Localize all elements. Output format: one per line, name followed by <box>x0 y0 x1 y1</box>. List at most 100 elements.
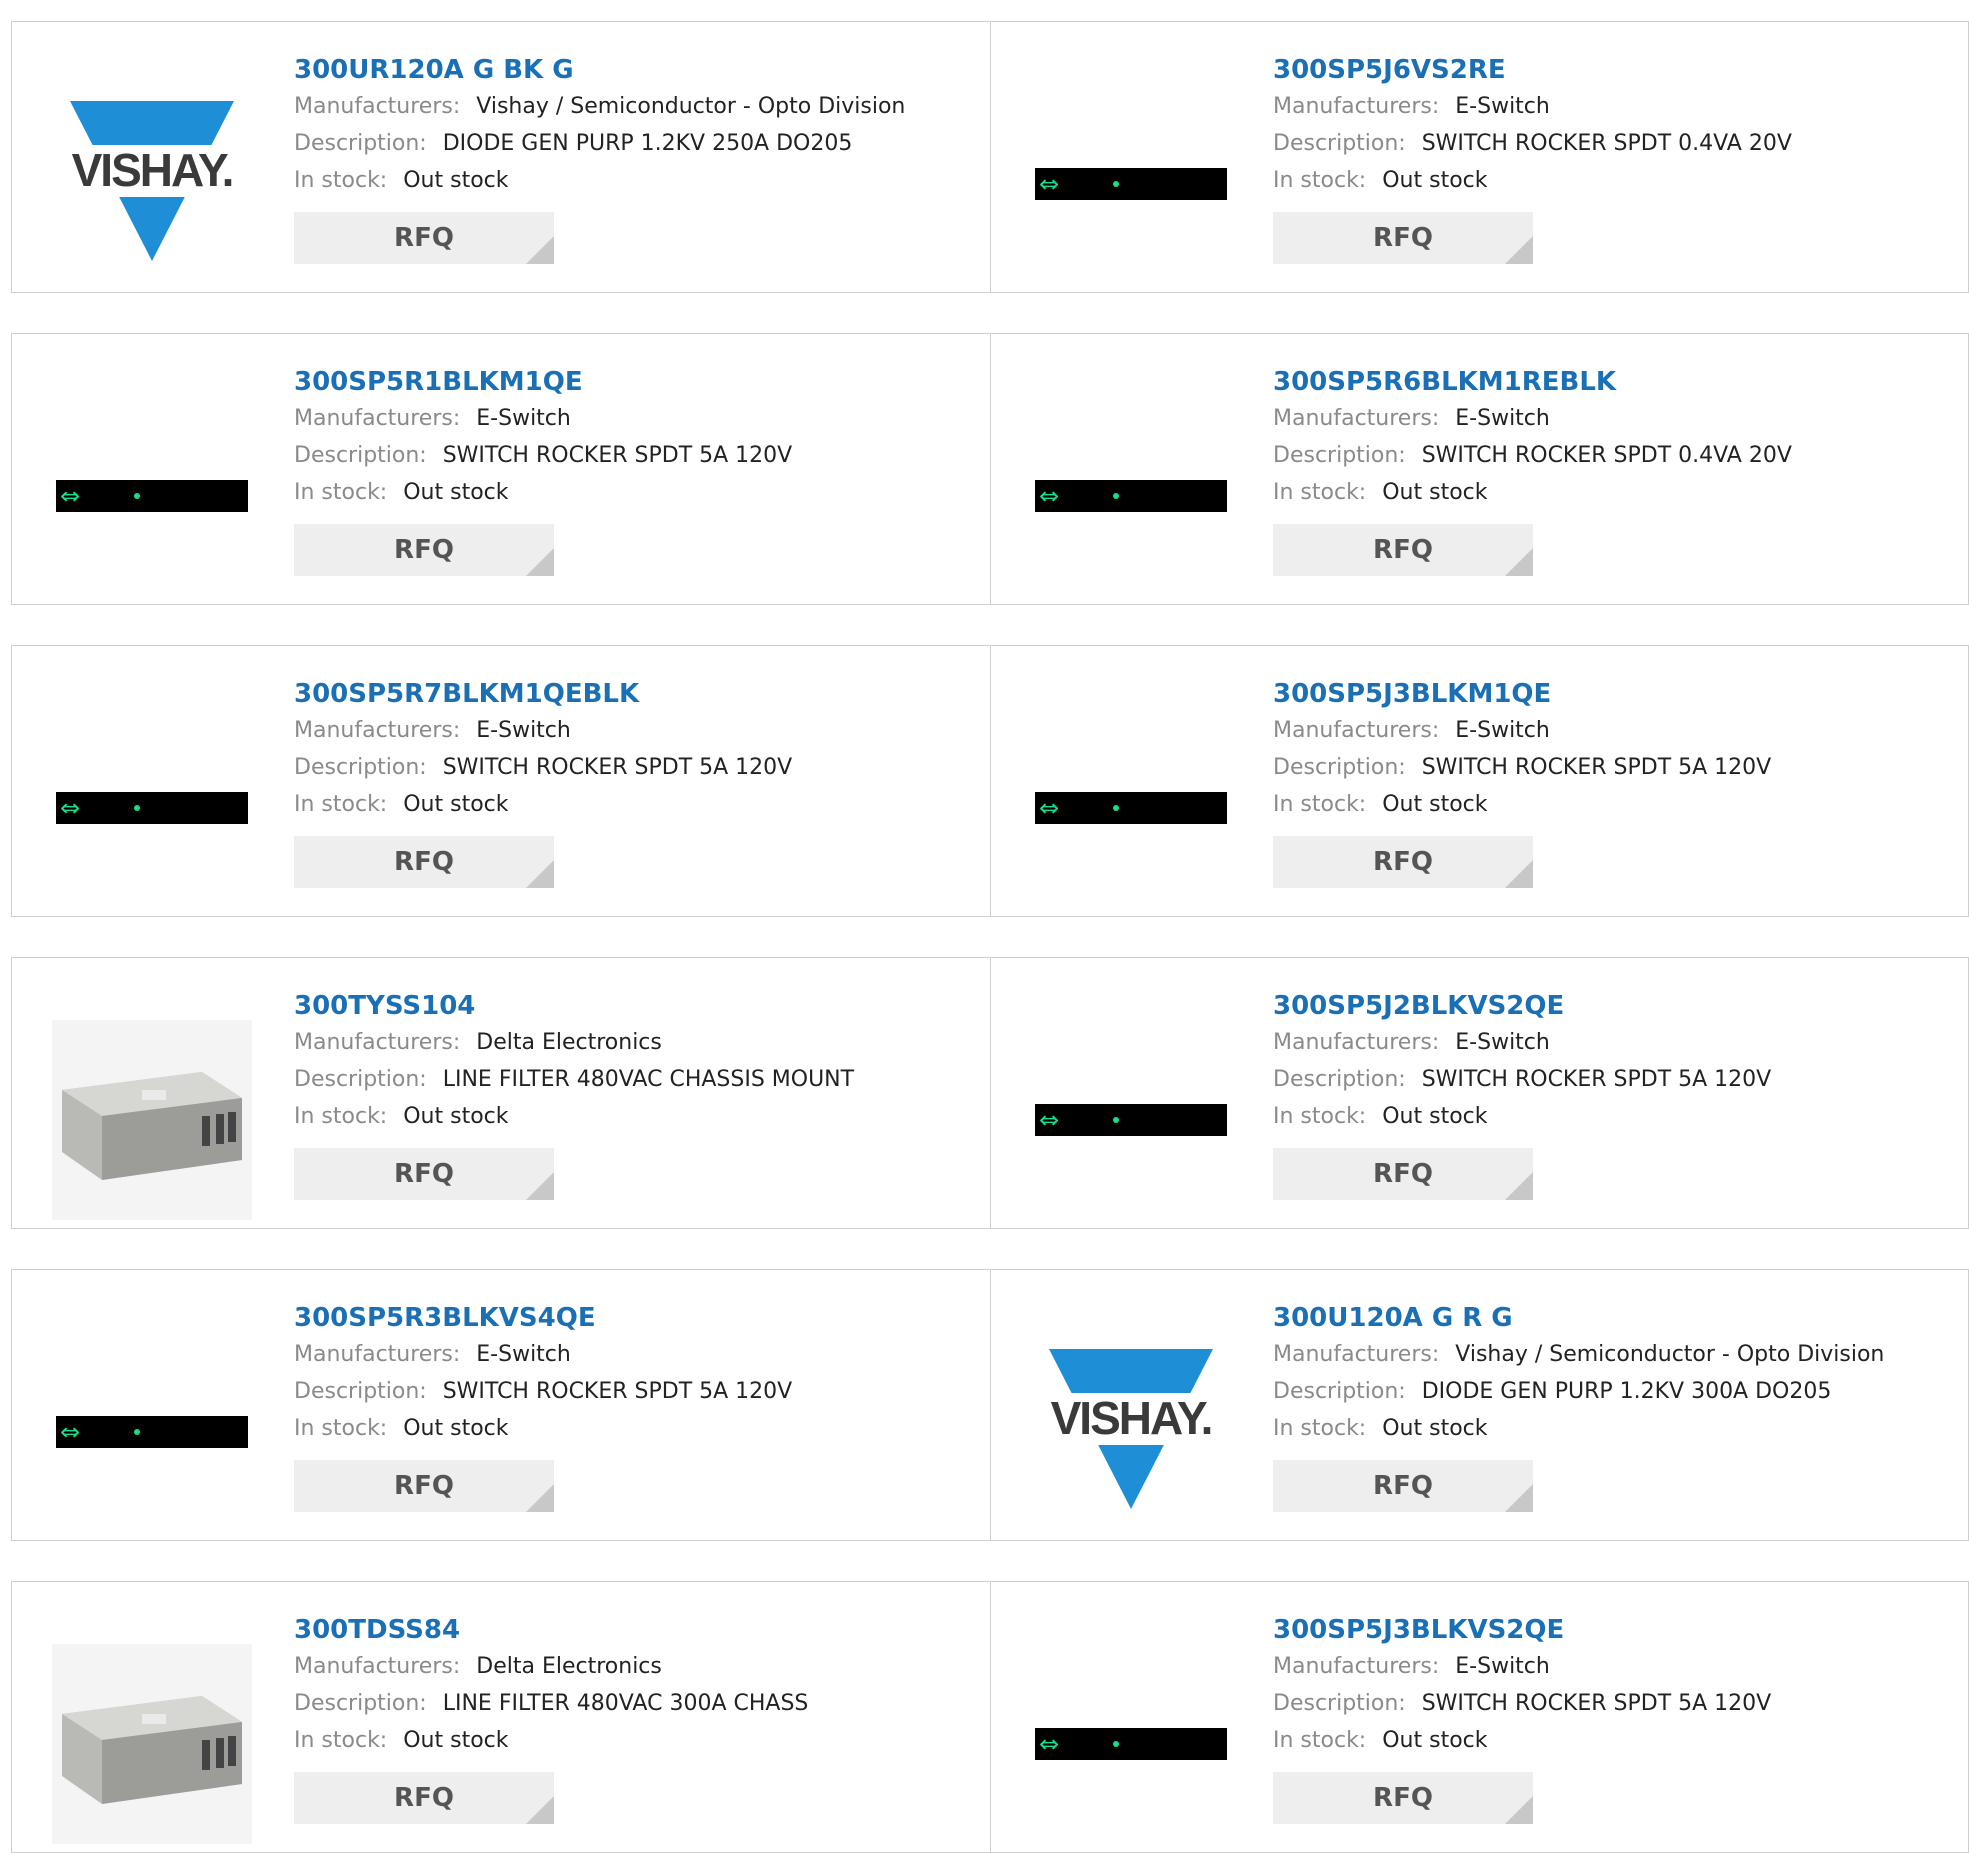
part-number-link[interactable]: 300UR120A G BK G <box>294 52 974 88</box>
stock-value: Out stock <box>403 1728 509 1753</box>
manufacturer-line: Manufacturers: E-Switch <box>294 1336 974 1373</box>
product-image[interactable]: ⇔ <box>1031 396 1231 596</box>
manufacturers-label: Manufacturers: <box>1273 1342 1440 1367</box>
rocker-switch-image: ⇔ <box>1035 1104 1227 1136</box>
rocker-switch-image: ⇔ <box>56 792 248 824</box>
led-dot <box>134 1429 140 1435</box>
rfq-label: RFQ <box>1373 535 1433 565</box>
arrow-icon: ⇔ <box>60 794 81 822</box>
rfq-button[interactable]: RFQ <box>294 524 554 576</box>
in-stock-label: In stock: <box>1273 1728 1367 1753</box>
stock-line: In stock: Out stock <box>294 1098 974 1135</box>
product-card: 300TDSS84 Manufacturers: Delta Electronics… <box>12 1582 990 1852</box>
vishay-logo: VISHAY. <box>52 101 252 267</box>
manufacturer-line: Manufacturers: E-Switch <box>1273 400 1953 437</box>
part-number-link[interactable]: 300SP5J3BLKVS2QE <box>1273 1612 1953 1648</box>
product-info: 300SP5J3BLKM1QE Manufacturers: E-Switch Des… <box>1273 676 1953 888</box>
description-line: Description: SWITCH ROCKER SPDT 5A 120V <box>294 437 974 474</box>
product-image[interactable]: ⇔ <box>52 1332 252 1532</box>
product-info: 300UR120A G BK G Manufacturers: Vishay / S… <box>294 52 974 264</box>
rfq-label: RFQ <box>394 1783 454 1813</box>
description-line: Description: SWITCH ROCKER SPDT 5A 120V <box>1273 1685 1953 1722</box>
product-card: ⇔ 300SP5J3BLKM1QE Manufacturers: E-Switch De… <box>990 646 1968 916</box>
description-label: Description: <box>1273 1379 1406 1404</box>
part-number-link[interactable]: 300SP5J3BLKM1QE <box>1273 676 1953 712</box>
product-image[interactable]: ⇔ <box>1031 84 1231 284</box>
rfq-label: RFQ <box>1373 223 1433 253</box>
button-corner-decoration <box>1505 1796 1533 1824</box>
product-image[interactable]: ⇔ <box>52 396 252 596</box>
rfq-button[interactable]: RFQ <box>294 212 554 264</box>
product-image[interactable] <box>52 1020 252 1220</box>
product-image[interactable]: ⇔ <box>1031 1020 1231 1220</box>
product-image[interactable]: VISHAY. <box>52 84 252 284</box>
description-line: Description: LINE FILTER 480VAC CHASSIS M… <box>294 1061 974 1098</box>
manufacturer-value: E-Switch <box>476 406 571 431</box>
description-line: Description: SWITCH ROCKER SPDT 5A 120V <box>1273 1061 1953 1098</box>
stock-line: In stock: Out stock <box>1273 474 1953 511</box>
stock-line: In stock: Out stock <box>294 474 974 511</box>
part-number-link[interactable]: 300TDSS84 <box>294 1612 974 1648</box>
stock-value: Out stock <box>403 480 509 505</box>
part-number-link[interactable]: 300SP5R1BLKM1QE <box>294 364 974 400</box>
rfq-button[interactable]: RFQ <box>1273 212 1533 264</box>
part-number-link[interactable]: 300SP5J2BLKVS2QE <box>1273 988 1953 1024</box>
part-number-link[interactable]: 300SP5R7BLKM1QEBLK <box>294 676 974 712</box>
in-stock-label: In stock: <box>294 1416 388 1441</box>
rfq-label: RFQ <box>1373 1783 1433 1813</box>
rocker-switch-image: ⇔ <box>56 1416 248 1448</box>
led-dot <box>1113 181 1119 187</box>
description-line: Description: SWITCH ROCKER SPDT 0.4VA 20V <box>1273 125 1953 162</box>
stock-value: Out stock <box>403 168 509 193</box>
manufacturer-value: E-Switch <box>1455 718 1550 743</box>
manufacturers-label: Manufacturers: <box>294 94 461 119</box>
product-card: ⇔ 300SP5R6BLKM1REBLK Manufacturers: E-Switc… <box>990 334 1968 604</box>
part-number-link[interactable]: 300U120A G R G <box>1273 1300 1953 1336</box>
rfq-label: RFQ <box>1373 1471 1433 1501</box>
description-value: SWITCH ROCKER SPDT 5A 120V <box>442 1379 793 1404</box>
rfq-button[interactable]: RFQ <box>1273 1460 1533 1512</box>
stock-line: In stock: Out stock <box>294 1410 974 1447</box>
stock-value: Out stock <box>1382 1416 1488 1441</box>
button-corner-decoration <box>526 548 554 576</box>
product-card: ⇔ 300SP5R3BLKVS4QE Manufacturers: E-Switch D… <box>12 1270 990 1540</box>
rocker-switch-image: ⇔ <box>1035 1728 1227 1760</box>
product-image[interactable] <box>52 1644 252 1844</box>
rfq-button[interactable]: RFQ <box>294 1148 554 1200</box>
rfq-button[interactable]: RFQ <box>294 1460 554 1512</box>
in-stock-label: In stock: <box>1273 792 1367 817</box>
description-label: Description: <box>294 443 427 468</box>
button-corner-decoration <box>526 860 554 888</box>
stock-line: In stock: Out stock <box>1273 786 1953 823</box>
product-image[interactable]: ⇔ <box>1031 708 1231 908</box>
product-image[interactable]: ⇔ <box>1031 1644 1231 1844</box>
rocker-switch-image: ⇔ <box>1035 792 1227 824</box>
rfq-button[interactable]: RFQ <box>294 1772 554 1824</box>
product-info: 300SP5R6BLKM1REBLK Manufacturers: E-Switch… <box>1273 364 1953 576</box>
part-number-link[interactable]: 300SP5J6VS2RE <box>1273 52 1953 88</box>
arrow-icon: ⇔ <box>1039 170 1060 198</box>
rfq-button[interactable]: RFQ <box>294 836 554 888</box>
product-card: VISHAY. 300UR120A G BK G Manufacturers: Vis… <box>12 22 990 292</box>
part-number-link[interactable]: 300TYSS104 <box>294 988 974 1024</box>
rfq-button[interactable]: RFQ <box>1273 836 1533 888</box>
rfq-button[interactable]: RFQ <box>1273 1148 1533 1200</box>
stock-value: Out stock <box>1382 480 1488 505</box>
product-image[interactable]: ⇔ <box>52 708 252 908</box>
part-number-link[interactable]: 300SP5R6BLKM1REBLK <box>1273 364 1953 400</box>
stock-value: Out stock <box>1382 792 1488 817</box>
description-label: Description: <box>294 1067 427 1092</box>
button-corner-decoration <box>1505 548 1533 576</box>
manufacturer-line: Manufacturers: E-Switch <box>1273 88 1953 125</box>
part-number-link[interactable]: 300SP5R3BLKVS4QE <box>294 1300 974 1336</box>
stock-line: In stock: Out stock <box>294 162 974 199</box>
rfq-button[interactable]: RFQ <box>1273 524 1533 576</box>
rfq-button[interactable]: RFQ <box>1273 1772 1533 1824</box>
manufacturers-label: Manufacturers: <box>294 1654 461 1679</box>
in-stock-label: In stock: <box>1273 168 1367 193</box>
product-image[interactable]: VISHAY. <box>1031 1332 1231 1532</box>
arrow-icon: ⇔ <box>60 1418 81 1446</box>
product-info: 300SP5R3BLKVS4QE Manufacturers: E-Switch De… <box>294 1300 974 1512</box>
description-line: Description: DIODE GEN PURP 1.2KV 250A DO… <box>294 125 974 162</box>
product-row: ⇔ 300SP5R1BLKM1QE Manufacturers: E-Switch De… <box>11 333 1969 605</box>
